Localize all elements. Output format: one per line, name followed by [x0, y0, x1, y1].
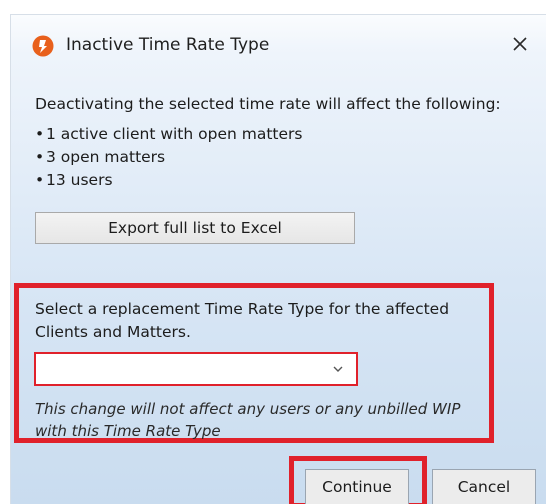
list-item: • 1 active client with open matters [35, 125, 303, 143]
time-rate-type-select[interactable] [34, 352, 358, 386]
chevron-down-icon [332, 360, 344, 372]
inactive-time-rate-dialog: Inactive Time Rate Type Deactivating the… [10, 14, 546, 504]
affected-items-list: • 1 active client with open matters • 3 op… [35, 123, 302, 192]
close-button[interactable] [501, 27, 539, 65]
replacement-section-highlight: Select a replacement Time Rate Type for … [14, 283, 494, 443]
continue-button[interactable]: Continue [305, 469, 409, 504]
title-bar: Inactive Time Rate Type [11, 15, 546, 71]
replacement-prompt: Select a replacement Time Rate Type for … [35, 300, 450, 341]
list-item: • 13 users [35, 171, 113, 189]
list-item: • 3 open matters [35, 148, 166, 166]
close-icon [512, 36, 528, 56]
app-logo-icon [32, 35, 54, 57]
cancel-button[interactable]: Cancel [432, 469, 536, 504]
replacement-note: This change will not affect any users or… [35, 400, 461, 440]
dialog-title: Inactive Time Rate Type [66, 35, 270, 55]
export-to-excel-button[interactable]: Export full list to Excel [35, 212, 355, 244]
intro-text: Deactivating the selected time rate will… [35, 95, 501, 113]
